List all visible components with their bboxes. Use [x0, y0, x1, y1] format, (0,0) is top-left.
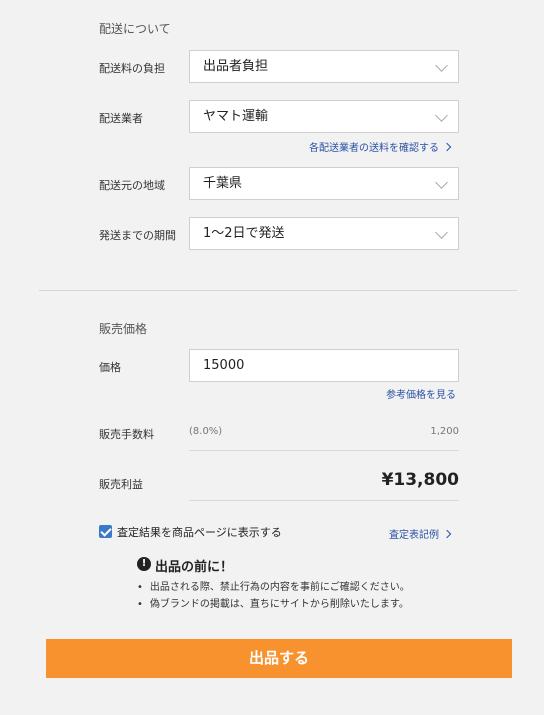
profit-amount: ¥13,800 — [381, 470, 459, 490]
sales-fee-amount: 1,200 — [430, 426, 459, 437]
origin-label: 配送元の地域 — [99, 179, 165, 192]
carrier-fee-link[interactable]: 各配送業者の送料を確認する — [309, 139, 452, 154]
shipping-days-select[interactable]: 1〜2日で発送 — [189, 217, 459, 250]
assessment-example-link-text: 査定表記例 — [389, 530, 439, 541]
shipping-fee-select[interactable]: 出品者負担 — [189, 50, 459, 83]
show-assessment-label[interactable]: 査定結果を商品ページに表示する — [117, 524, 282, 540]
carrier-select[interactable]: ヤマト運輸 — [189, 100, 459, 133]
notice-title: 出品の前に！ — [155, 560, 234, 575]
chevron-down-icon — [435, 109, 448, 122]
chevron-down-icon — [435, 176, 448, 189]
submit-listing-button[interactable]: 出品する — [46, 639, 512, 678]
origin-select[interactable]: 千葉県 — [189, 167, 459, 200]
shipping-fee-label: 配送料の負担 — [99, 62, 165, 75]
fee-divider — [189, 450, 459, 451]
sales-fee-rate: (8.0%) — [189, 426, 223, 437]
sales-fee-label: 販売手数料 — [99, 428, 154, 441]
notice-item: 出品される際、禁止行為の内容を事前にご確認ください。 — [137, 578, 410, 593]
price-label: 価格 — [99, 361, 121, 374]
price-section-title: 販売価格 — [99, 322, 148, 336]
chevron-down-icon — [435, 59, 448, 72]
shipping-days-label: 発送までの期間 — [99, 229, 176, 242]
profit-label: 販売利益 — [99, 478, 143, 491]
shipping-fee-value: 出品者負担 — [203, 59, 269, 74]
show-assessment-checkbox[interactable] — [99, 525, 112, 538]
chevron-down-icon — [435, 226, 448, 239]
chevron-right-icon — [442, 142, 452, 152]
section-divider — [39, 290, 517, 291]
profit-divider — [189, 500, 459, 501]
assessment-example-link[interactable]: 査定表記例 — [389, 526, 452, 541]
shipping-section-title: 配送について — [99, 22, 171, 36]
price-input[interactable]: 15000 — [189, 349, 459, 382]
shipping-days-value: 1〜2日で発送 — [203, 226, 285, 241]
chevron-right-icon — [442, 529, 452, 539]
carrier-fee-link-text: 各配送業者の送料を確認する — [309, 143, 439, 154]
carrier-label: 配送業者 — [99, 112, 143, 125]
notice-item: 偽ブランドの掲載は、直ちにサイトから削除いたします。 — [137, 595, 409, 610]
carrier-value: ヤマト運輸 — [203, 109, 269, 124]
reference-price-link[interactable]: 参考価格を見る — [386, 386, 456, 401]
origin-value: 千葉県 — [203, 176, 243, 191]
exclamation-icon: ! — [137, 557, 151, 571]
